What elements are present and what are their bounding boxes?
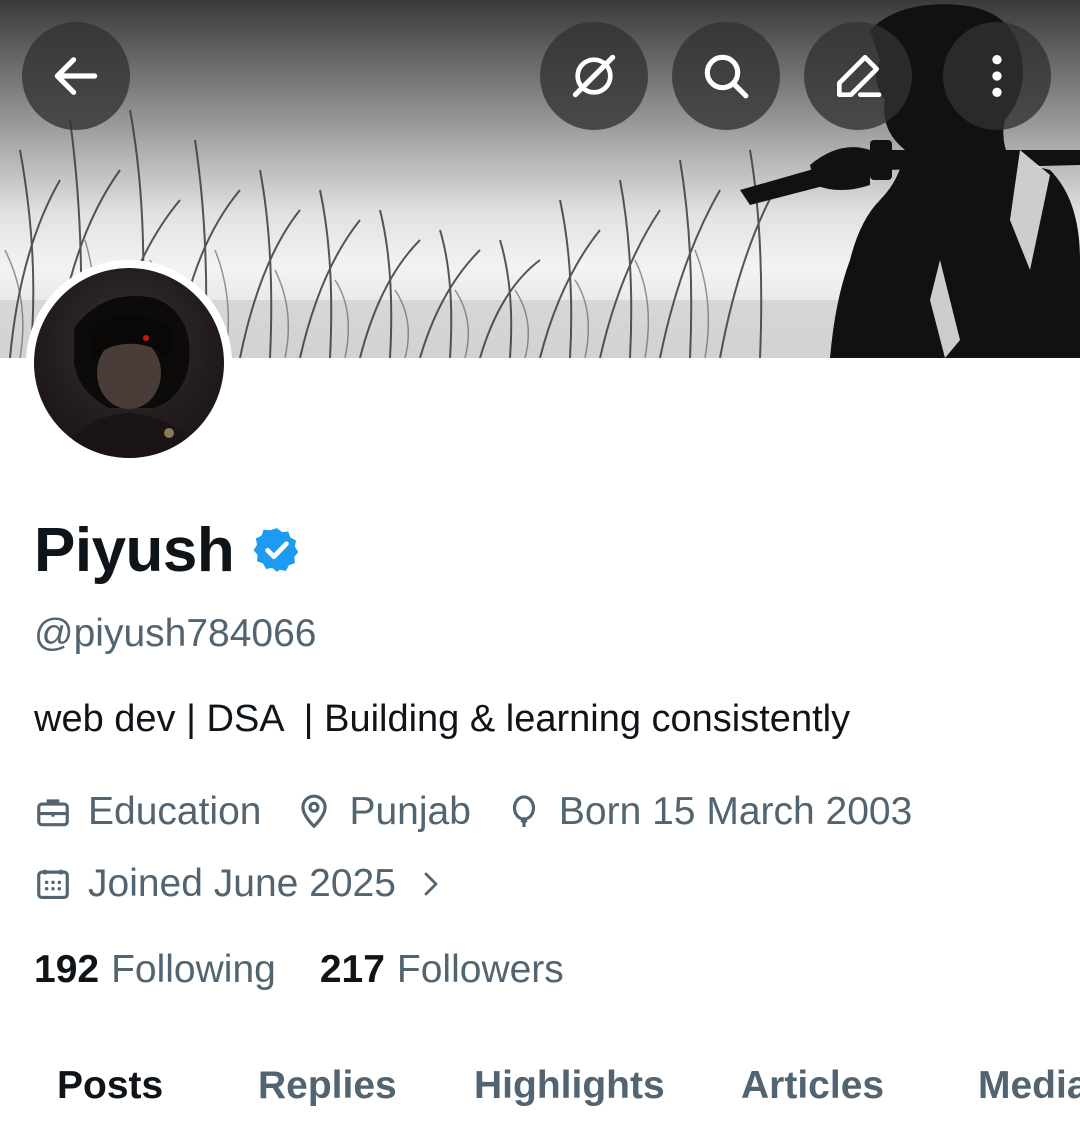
calendar-icon <box>37 869 69 900</box>
joined-date[interactable]: Joined June 2025 <box>34 862 446 906</box>
location: Punjab <box>295 790 471 834</box>
following-count: 192 <box>34 948 100 991</box>
follow-stats: 192 Following 217 Followers <box>34 942 608 998</box>
followers-label: Followers <box>396 948 564 991</box>
birthday: Born 15 March 2003 <box>505 790 912 834</box>
profile-handle: @piyush784066 <box>34 612 317 655</box>
following-label: Following <box>111 948 276 991</box>
avatar-image <box>64 296 199 458</box>
edit-profile-button[interactable] <box>804 22 912 130</box>
tab-media[interactable]: Media <box>978 1064 1080 1108</box>
profile-meta-row: Education Punjab Born 15 March 2003 <box>34 784 946 840</box>
profile-name-row: Piyush <box>34 512 302 588</box>
balloon-icon <box>512 795 535 828</box>
location-label: Punjab <box>349 790 471 833</box>
tab-highlights[interactable]: Highlights <box>474 1064 665 1108</box>
profile-tabs: Posts Replies Highlights Articles Media <box>0 1064 1080 1128</box>
following-link[interactable]: 192 Following <box>34 948 276 992</box>
tab-posts[interactable]: Posts <box>57 1064 163 1108</box>
birthday-label: Born 15 March 2003 <box>558 790 913 833</box>
grok-button[interactable] <box>540 22 648 130</box>
more-vertical-icon <box>992 55 1002 97</box>
followers-link[interactable]: 217 Followers <box>320 948 564 992</box>
search-button[interactable] <box>672 22 780 130</box>
avatar[interactable] <box>26 260 232 466</box>
edit-pencil-icon <box>837 55 882 97</box>
grok-icon <box>572 54 616 98</box>
back-button[interactable] <box>22 22 130 130</box>
tab-articles[interactable]: Articles <box>741 1064 884 1108</box>
professional-category: Education <box>34 790 261 834</box>
tab-replies[interactable]: Replies <box>258 1064 397 1108</box>
professional-category-label: Education <box>88 790 262 833</box>
profile-joined-row[interactable]: Joined June 2025 <box>34 856 480 912</box>
display-name: Piyush <box>34 515 235 585</box>
search-icon <box>704 54 749 99</box>
profile-bio: web dev | DSA | Building & learning cons… <box>34 698 851 740</box>
followers-count: 217 <box>319 948 385 991</box>
briefcase-icon <box>37 799 69 827</box>
arrow-left-icon <box>54 57 98 95</box>
location-pin-icon <box>301 794 328 829</box>
verified-badge-icon[interactable] <box>252 525 302 575</box>
joined-label: Joined June 2025 <box>88 862 396 905</box>
profile-page: Piyush @piyush784066 web dev | DSA | Bui… <box>0 0 1080 1145</box>
more-options-button[interactable] <box>943 22 1051 130</box>
chevron-right-icon <box>424 872 438 896</box>
